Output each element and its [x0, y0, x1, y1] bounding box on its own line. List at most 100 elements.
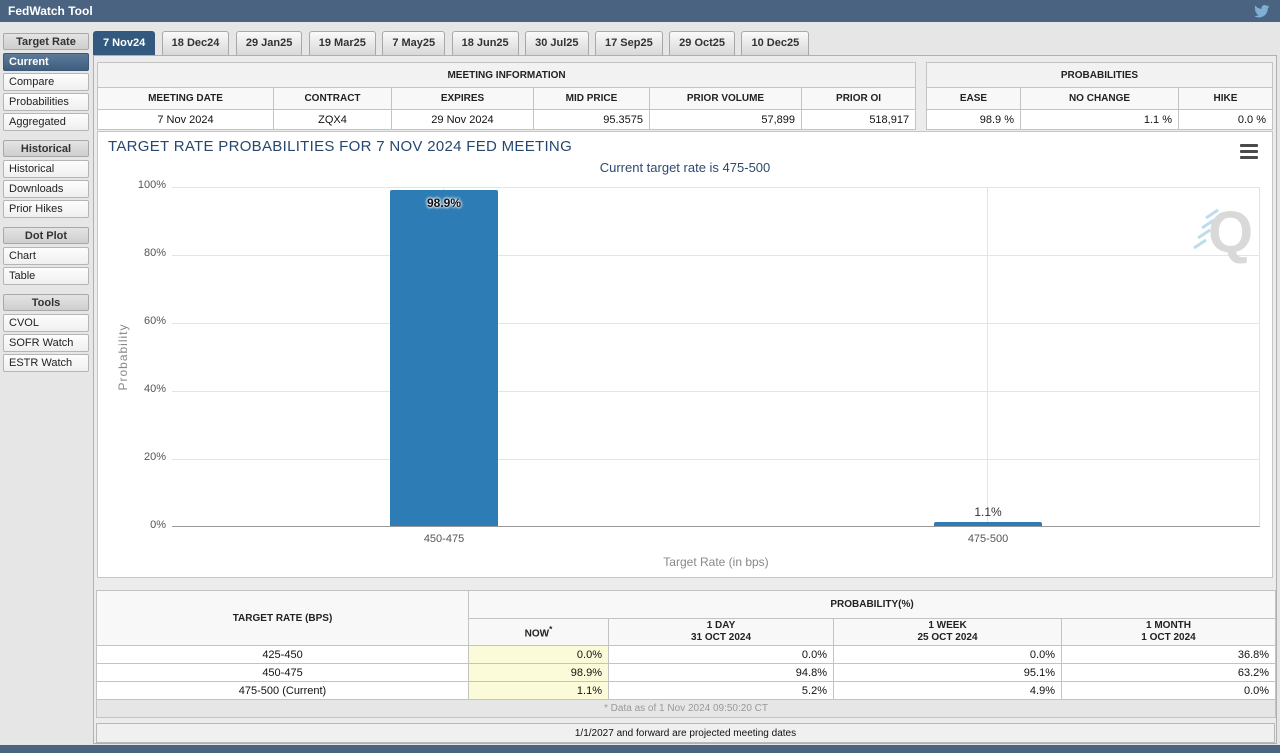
tab-7-nov24[interactable]: 7 Nov24: [93, 31, 155, 55]
tab-7-may25[interactable]: 7 May25: [382, 31, 445, 55]
col-ease: EASE: [927, 88, 1021, 110]
sidebar-item-cvol[interactable]: CVOL: [3, 314, 89, 332]
chart-title: TARGET RATE PROBABILITIES FOR 7 NOV 2024…: [108, 138, 572, 155]
category-label-475-500: 475-500: [918, 533, 1058, 545]
sidebar-item-table[interactable]: Table: [3, 267, 89, 285]
week-cell: 0.0%: [834, 646, 1062, 664]
month-cell: 63.2%: [1062, 664, 1276, 682]
sidebar-header-dot-plot: Dot Plot: [3, 227, 89, 244]
col-target-rate-bps: TARGET RATE (BPS): [97, 591, 469, 646]
table-row-425-450: 425-450 0.0% 0.0% 0.0% 36.8%: [97, 646, 1276, 664]
app-header: FedWatch Tool: [0, 0, 1280, 22]
now-cell: 1.1%: [469, 682, 609, 700]
gridline: [987, 187, 988, 526]
quikstrike-watermark: Q: [1192, 192, 1256, 269]
ytick-40: 40%: [122, 383, 166, 395]
col-probability-group: PROBABILITY(%): [469, 591, 1276, 619]
col-now: NOW*: [469, 619, 609, 646]
month-cell: 36.8%: [1062, 646, 1276, 664]
sidebar-item-current[interactable]: Current: [3, 53, 89, 71]
twitter-icon[interactable]: [1254, 3, 1270, 19]
tab-29-jan25[interactable]: 29 Jan25: [236, 31, 302, 55]
x-axis-label: Target Rate (in bps): [172, 555, 1260, 569]
probabilities-title: PROBABILITIES: [927, 63, 1273, 88]
svg-text:Q: Q: [1208, 200, 1253, 264]
sidebar-item-estr-watch[interactable]: ESTR Watch: [3, 354, 89, 372]
bar-label-450-475: 98.9%: [390, 196, 498, 210]
sidebar-item-sofr-watch[interactable]: SOFR Watch: [3, 334, 89, 352]
day-cell: 94.8%: [609, 664, 834, 682]
col-contract: CONTRACT: [274, 88, 392, 110]
contract-value: ZQX4: [274, 110, 392, 130]
category-label-450-475: 450-475: [374, 533, 514, 545]
ytick-20: 20%: [122, 451, 166, 463]
col-hike: HIKE: [1179, 88, 1273, 110]
col-1-day: 1 DAY31 OCT 2024: [609, 619, 834, 646]
app-title: FedWatch Tool: [8, 0, 93, 22]
tab-29-oct25[interactable]: 29 Oct25: [669, 31, 735, 55]
col-meeting-date: MEETING DATE: [98, 88, 274, 110]
sidebar-item-chart[interactable]: Chart: [3, 247, 89, 265]
mid-price-value: 95.3575: [534, 110, 650, 130]
bar-label-475-500: 1.1%: [934, 505, 1042, 519]
gridline: [172, 323, 1259, 324]
no-change-value: 1.1 %: [1021, 110, 1179, 130]
projected-dates-note: 1/1/2027 and forward are projected meeti…: [96, 723, 1275, 743]
sidebar-item-downloads[interactable]: Downloads: [3, 180, 89, 198]
sidebar-item-compare[interactable]: Compare: [3, 73, 89, 91]
tab-10-dec25[interactable]: 10 Dec25: [741, 31, 809, 55]
bar-475-500: 1.1%: [934, 522, 1042, 526]
tab-30-jul25[interactable]: 30 Jul25: [525, 31, 588, 55]
gridline: [172, 391, 1259, 392]
sidebar-header-historical: Historical: [3, 140, 89, 157]
sidebar-item-historical[interactable]: Historical: [3, 160, 89, 178]
sidebar-item-aggregated[interactable]: Aggregated: [3, 113, 89, 131]
week-cell: 95.1%: [834, 664, 1062, 682]
ytick-0: 0%: [122, 519, 166, 531]
gridline: [172, 255, 1259, 256]
col-expires: EXPIRES: [392, 88, 534, 110]
meeting-date-tabs: 7 Nov24 18 Dec24 29 Jan25 19 Mar25 7 May…: [93, 31, 811, 55]
meeting-date-value: 7 Nov 2024: [98, 110, 274, 130]
gridline: [172, 187, 1259, 188]
main-content: MEETING INFORMATION MEETING DATE CONTRAC…: [93, 55, 1277, 744]
tab-18-jun25[interactable]: 18 Jun25: [452, 31, 519, 55]
week-cell: 4.9%: [834, 682, 1062, 700]
ytick-100: 100%: [122, 179, 166, 191]
tab-18-dec24[interactable]: 18 Dec24: [162, 31, 230, 55]
rate-cell: 425-450: [97, 646, 469, 664]
tab-19-mar25[interactable]: 19 Mar25: [309, 31, 376, 55]
sidebar-item-prior-hikes[interactable]: Prior Hikes: [3, 200, 89, 218]
sidebar-item-probabilities[interactable]: Probabilities: [3, 93, 89, 111]
day-cell: 0.0%: [609, 646, 834, 664]
bar-450-475: 98.9%: [390, 190, 498, 526]
col-prior-volume: PRIOR VOLUME: [650, 88, 802, 110]
rate-cell: 450-475: [97, 664, 469, 682]
col-prior-oi: PRIOR OI: [802, 88, 916, 110]
month-cell: 0.0%: [1062, 682, 1276, 700]
sidebar-group-tools: Tools CVOL SOFR Watch ESTR Watch: [3, 294, 89, 372]
tab-17-sep25[interactable]: 17 Sep25: [595, 31, 663, 55]
gridline: [172, 459, 1259, 460]
now-cell: 0.0%: [469, 646, 609, 664]
meeting-info-table: MEETING INFORMATION MEETING DATE CONTRAC…: [97, 62, 916, 130]
table-row-475-500: 475-500 (Current) 1.1% 5.2% 4.9% 0.0%: [97, 682, 1276, 700]
day-cell: 5.2%: [609, 682, 834, 700]
col-1-month: 1 MONTH1 OCT 2024: [1062, 619, 1276, 646]
col-no-change: NO CHANGE: [1021, 88, 1179, 110]
ease-value: 98.9 %: [927, 110, 1021, 130]
prior-volume-value: 57,899: [650, 110, 802, 130]
target-rate-chart-panel: TARGET RATE PROBABILITIES FOR 7 NOV 2024…: [97, 131, 1273, 578]
table-row-450-475: 450-475 98.9% 94.8% 95.1% 63.2%: [97, 664, 1276, 682]
col-mid-price: MID PRICE: [534, 88, 650, 110]
rate-cell: 475-500 (Current): [97, 682, 469, 700]
plot-area: 98.9% 1.1%: [172, 187, 1260, 527]
probabilities-summary-table: PROBABILITIES EASE NO CHANGE HIKE 98.9 %…: [926, 62, 1273, 130]
meeting-info-title: MEETING INFORMATION: [98, 63, 916, 88]
table-footnote-row: * Data as of 1 Nov 2024 09:50:20 CT: [97, 700, 1276, 718]
bottom-bar: [0, 745, 1280, 753]
fedwatch-page: FedWatch Tool Target Rate Current Compar…: [0, 0, 1280, 753]
ytick-80: 80%: [122, 247, 166, 259]
data-as-of-note: * Data as of 1 Nov 2024 09:50:20 CT: [97, 700, 1276, 718]
ytick-60: 60%: [122, 315, 166, 327]
